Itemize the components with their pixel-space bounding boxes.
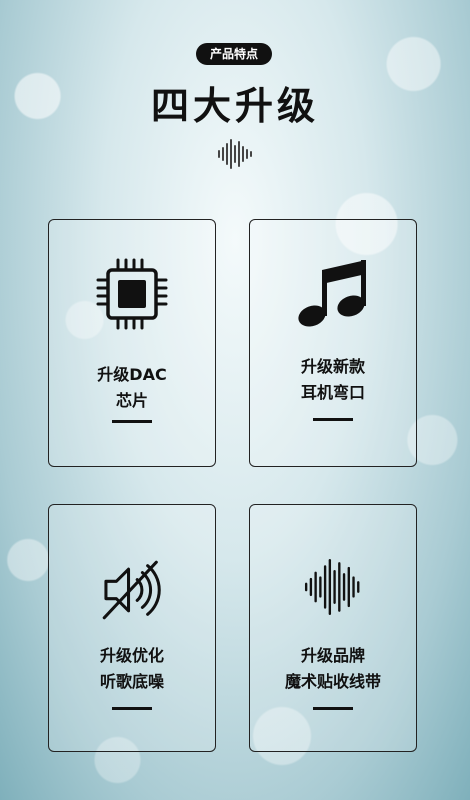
page-title: 四大升级 — [150, 84, 319, 128]
card-label-line1: 升级新款 — [300, 357, 365, 376]
feature-card-cable-strap: 升级品牌 魔术贴收线带 — [249, 504, 417, 752]
card-label-line1: 升级优化 — [99, 646, 164, 665]
sound-wave-icon — [218, 139, 252, 169]
card-label-line2: 芯片 — [115, 391, 148, 410]
speaker-mute-icon — [102, 560, 161, 620]
music-note-icon — [298, 260, 366, 327]
card-label-line2: 耳机弯口 — [300, 383, 365, 402]
feature-card-dac: 升级DAC 芯片 — [48, 219, 216, 467]
card-underline — [313, 707, 353, 710]
card-underline — [112, 707, 152, 710]
card-underline — [313, 418, 353, 421]
sound-wave-icon — [304, 558, 360, 616]
card-underline — [112, 420, 152, 423]
card-label-line2: 魔术贴收线带 — [284, 672, 381, 691]
section-badge: 产品特点 — [196, 43, 272, 65]
feature-card-earphone-plug: 升级新款 耳机弯口 — [249, 219, 417, 467]
feature-card-noise: 升级优化 听歌底噪 — [48, 504, 216, 752]
card-label-line2: 听歌底噪 — [99, 672, 164, 691]
card-label-line1: 升级品牌 — [300, 646, 365, 665]
chip-icon — [96, 258, 168, 330]
card-label-line1: 升级DAC — [97, 365, 167, 384]
